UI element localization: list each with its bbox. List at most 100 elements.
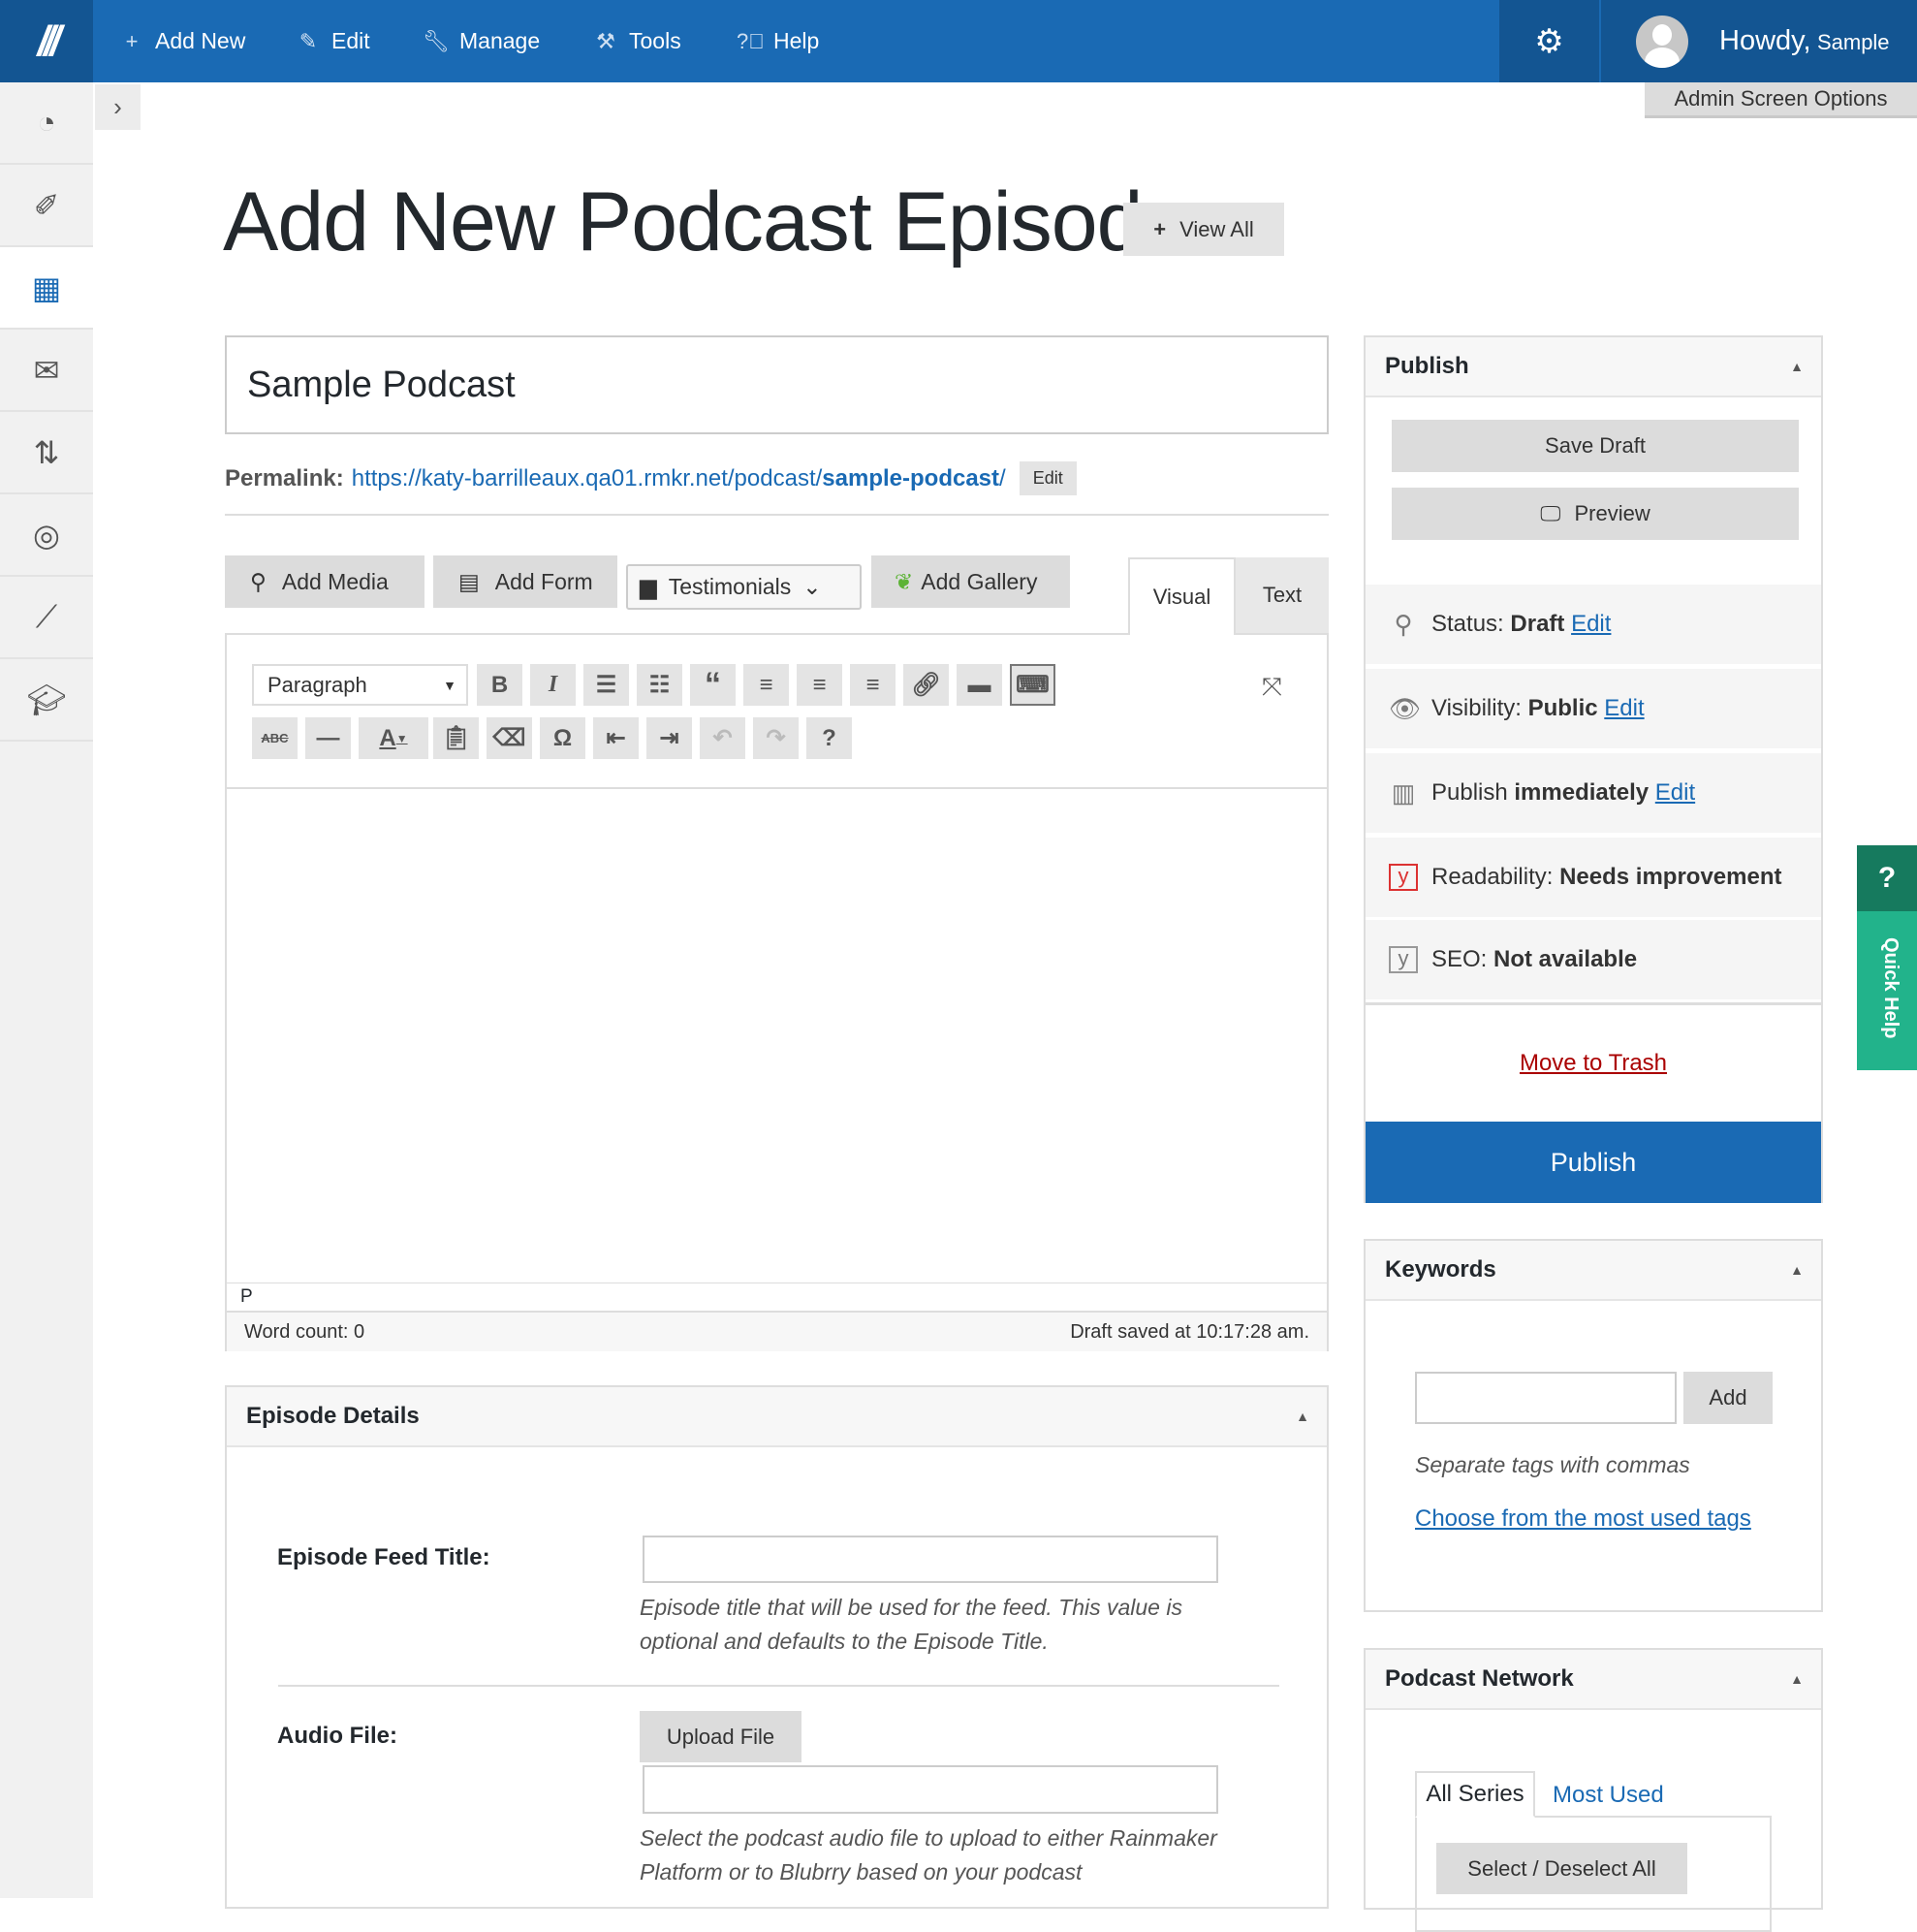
undo-button[interactable]: ↶ (700, 717, 745, 759)
sidebar-item-learn[interactable]: 🎓︎ (0, 659, 93, 742)
special-character-button[interactable]: Ω (540, 717, 585, 759)
settings-button[interactable]: ⚙ (1499, 0, 1599, 82)
nav-tools[interactable]: ⚒︎ Tools (592, 0, 681, 82)
editor-content-area[interactable] (227, 789, 1327, 1282)
audio-file-label: Audio File: (277, 1723, 397, 1749)
feed-title-input[interactable] (643, 1536, 1218, 1583)
save-draft-button[interactable]: Save Draft (1392, 420, 1799, 472)
audio-file-input[interactable] (643, 1765, 1218, 1814)
format-select[interactable]: Paragraph ▼ (252, 664, 468, 706)
user-menu[interactable]: Howdy, Sample (1601, 0, 1917, 82)
clear-formatting-button[interactable]: ⌫ (487, 717, 532, 759)
redo-button[interactable]: ↷ (753, 717, 799, 759)
add-gallery-button[interactable]: ❦ Add Gallery (871, 555, 1070, 608)
sidebar-item-content[interactable]: ▦ (0, 247, 93, 330)
fullscreen-button[interactable]: ⤧ (1262, 672, 1282, 703)
rainmaker-logo[interactable]: /// (0, 0, 93, 82)
chevron-down-icon: ⌄ (802, 574, 822, 599)
nav-manage[interactable]: 🔧︎ Manage (423, 0, 540, 82)
preview-button[interactable]: 🖵︎ Preview (1392, 488, 1799, 540)
select-deselect-all-button[interactable]: Select / Deselect All (1436, 1843, 1687, 1894)
collapse-icon[interactable]: ▲ (1790, 359, 1804, 374)
permalink-edit-button[interactable]: Edit (1019, 461, 1077, 495)
dashboard-icon: ◔ (37, 105, 56, 140)
italic-button[interactable]: I (530, 664, 576, 706)
tab-most-used[interactable]: Most Used (1553, 1782, 1664, 1809)
add-form-button[interactable]: ▤ Add Form (433, 555, 617, 608)
podcast-network-header[interactable]: Podcast Network ▲ (1366, 1650, 1821, 1710)
tab-all-series[interactable]: All Series (1415, 1771, 1535, 1818)
nav-add-new[interactable]: + Add New (118, 0, 246, 82)
expand-sidebar-button[interactable]: › (95, 84, 141, 130)
tab-text[interactable]: Text (1236, 557, 1329, 633)
nav-help[interactable]: ?⃝ Help (737, 0, 819, 82)
keywords-box: Keywords ▲ Add Separate tags with commas … (1364, 1239, 1823, 1612)
blockquote-button[interactable]: “ (690, 664, 736, 706)
collapse-icon[interactable]: ▲ (1790, 1262, 1804, 1278)
add-keyword-button[interactable]: Add (1683, 1372, 1773, 1424)
upload-file-button[interactable]: Upload File (640, 1711, 801, 1762)
collapse-icon[interactable]: ▲ (1296, 1409, 1309, 1424)
bullet-list-button[interactable]: ☰ (583, 664, 629, 706)
numbered-list-button[interactable]: ☷ (637, 664, 682, 706)
text-color-button[interactable]: A ▼ (359, 717, 428, 759)
gear-icon: ⚙ (1534, 22, 1564, 60)
post-title-input[interactable]: Sample Podcast (225, 335, 1329, 434)
yoast-readability-icon: y (1389, 864, 1418, 891)
chevron-right-icon: › (113, 92, 122, 121)
move-to-trash-link[interactable]: Move to Trash (1366, 1050, 1821, 1077)
outdent-button[interactable]: ⇤ (593, 717, 639, 759)
sidebar-item-dashboard[interactable]: ◔ (0, 82, 93, 165)
align-left-button[interactable]: ≡ (743, 664, 789, 706)
testimonials-dropdown[interactable]: ▆ Testimonials ⌄ (626, 564, 862, 610)
sidebar-item-transfer[interactable]: ⇅ (0, 412, 93, 494)
edit-visibility-link[interactable]: Edit (1604, 695, 1644, 721)
publish-header[interactable]: Publish ▲ (1366, 337, 1821, 397)
plus-icon: + (125, 28, 139, 53)
paste-text-button[interactable]: 📋︎ (433, 717, 479, 759)
keywords-header[interactable]: Keywords ▲ (1366, 1241, 1821, 1301)
align-right-button[interactable]: ≡ (850, 664, 896, 706)
sidebar-item-analytics[interactable]: ⟋ (0, 577, 93, 659)
caret-down-icon: ▼ (395, 731, 408, 745)
permalink-link[interactable]: https://katy-barrilleaux.qa01.rmkr.net/p… (352, 465, 1006, 492)
collapse-icon[interactable]: ▲ (1790, 1671, 1804, 1687)
expand-icon: ⤧ (1262, 672, 1282, 701)
element-path[interactable]: P (240, 1286, 253, 1308)
edit-status-link[interactable]: Edit (1571, 611, 1611, 637)
keyword-input[interactable] (1415, 1372, 1677, 1424)
form-icon: ▤ (458, 568, 480, 594)
numbered-list-icon: ☷ (648, 672, 671, 698)
monitor-icon: 🖵︎ (1540, 501, 1561, 525)
quick-help-tab[interactable]: ? Quick Help (1857, 845, 1917, 1070)
sidebar-item-pin[interactable]: ✐ (0, 165, 93, 247)
nav-edit[interactable]: ✎ Edit (295, 0, 370, 82)
sidebar-item-target[interactable]: ◎ (0, 494, 93, 577)
sidebar-item-mail[interactable]: ✉ (0, 330, 93, 412)
analytics-icon: ⟋ (35, 598, 58, 634)
publish-box: Publish ▲ Save Draft 🖵︎ Preview ⚲ Status: D… (1364, 335, 1823, 1203)
hammer-icon: ⚒︎ (596, 28, 615, 53)
schedule-row: ▥ Publish immediately Edit (1366, 750, 1821, 833)
link-icon: 🔗︎ (911, 672, 941, 698)
keywords-hint: Separate tags with commas (1415, 1452, 1690, 1477)
graduation-cap-icon: 🎓︎ (26, 681, 67, 717)
horizontal-line-button[interactable]: — (305, 717, 351, 759)
choose-most-used-tags-link[interactable]: Choose from the most used tags (1415, 1505, 1751, 1533)
toolbar-toggle-button[interactable]: ⌨ (1010, 664, 1055, 706)
align-left-icon: ≡ (759, 671, 773, 698)
publish-button[interactable]: Publish (1366, 1122, 1821, 1203)
bold-button[interactable]: B (477, 664, 522, 706)
tab-visual[interactable]: Visual (1128, 557, 1236, 635)
link-button[interactable]: 🔗︎ (903, 664, 949, 706)
edit-schedule-link[interactable]: Edit (1655, 779, 1695, 806)
add-media-button[interactable]: ⚲ Add Media (225, 555, 424, 608)
strikethrough-button[interactable]: ABC (252, 717, 298, 759)
keyboard-shortcuts-button[interactable]: ? (806, 717, 852, 759)
align-center-button[interactable]: ≡ (797, 664, 842, 706)
episode-details-header[interactable]: Episode Details ▲ (227, 1387, 1327, 1447)
indent-button[interactable]: ⇥ (646, 717, 692, 759)
read-more-button[interactable]: ▬ (957, 664, 1002, 706)
screen-options-button[interactable]: Admin Screen Options (1645, 82, 1917, 118)
view-all-button[interactable]: + View All (1123, 203, 1284, 256)
